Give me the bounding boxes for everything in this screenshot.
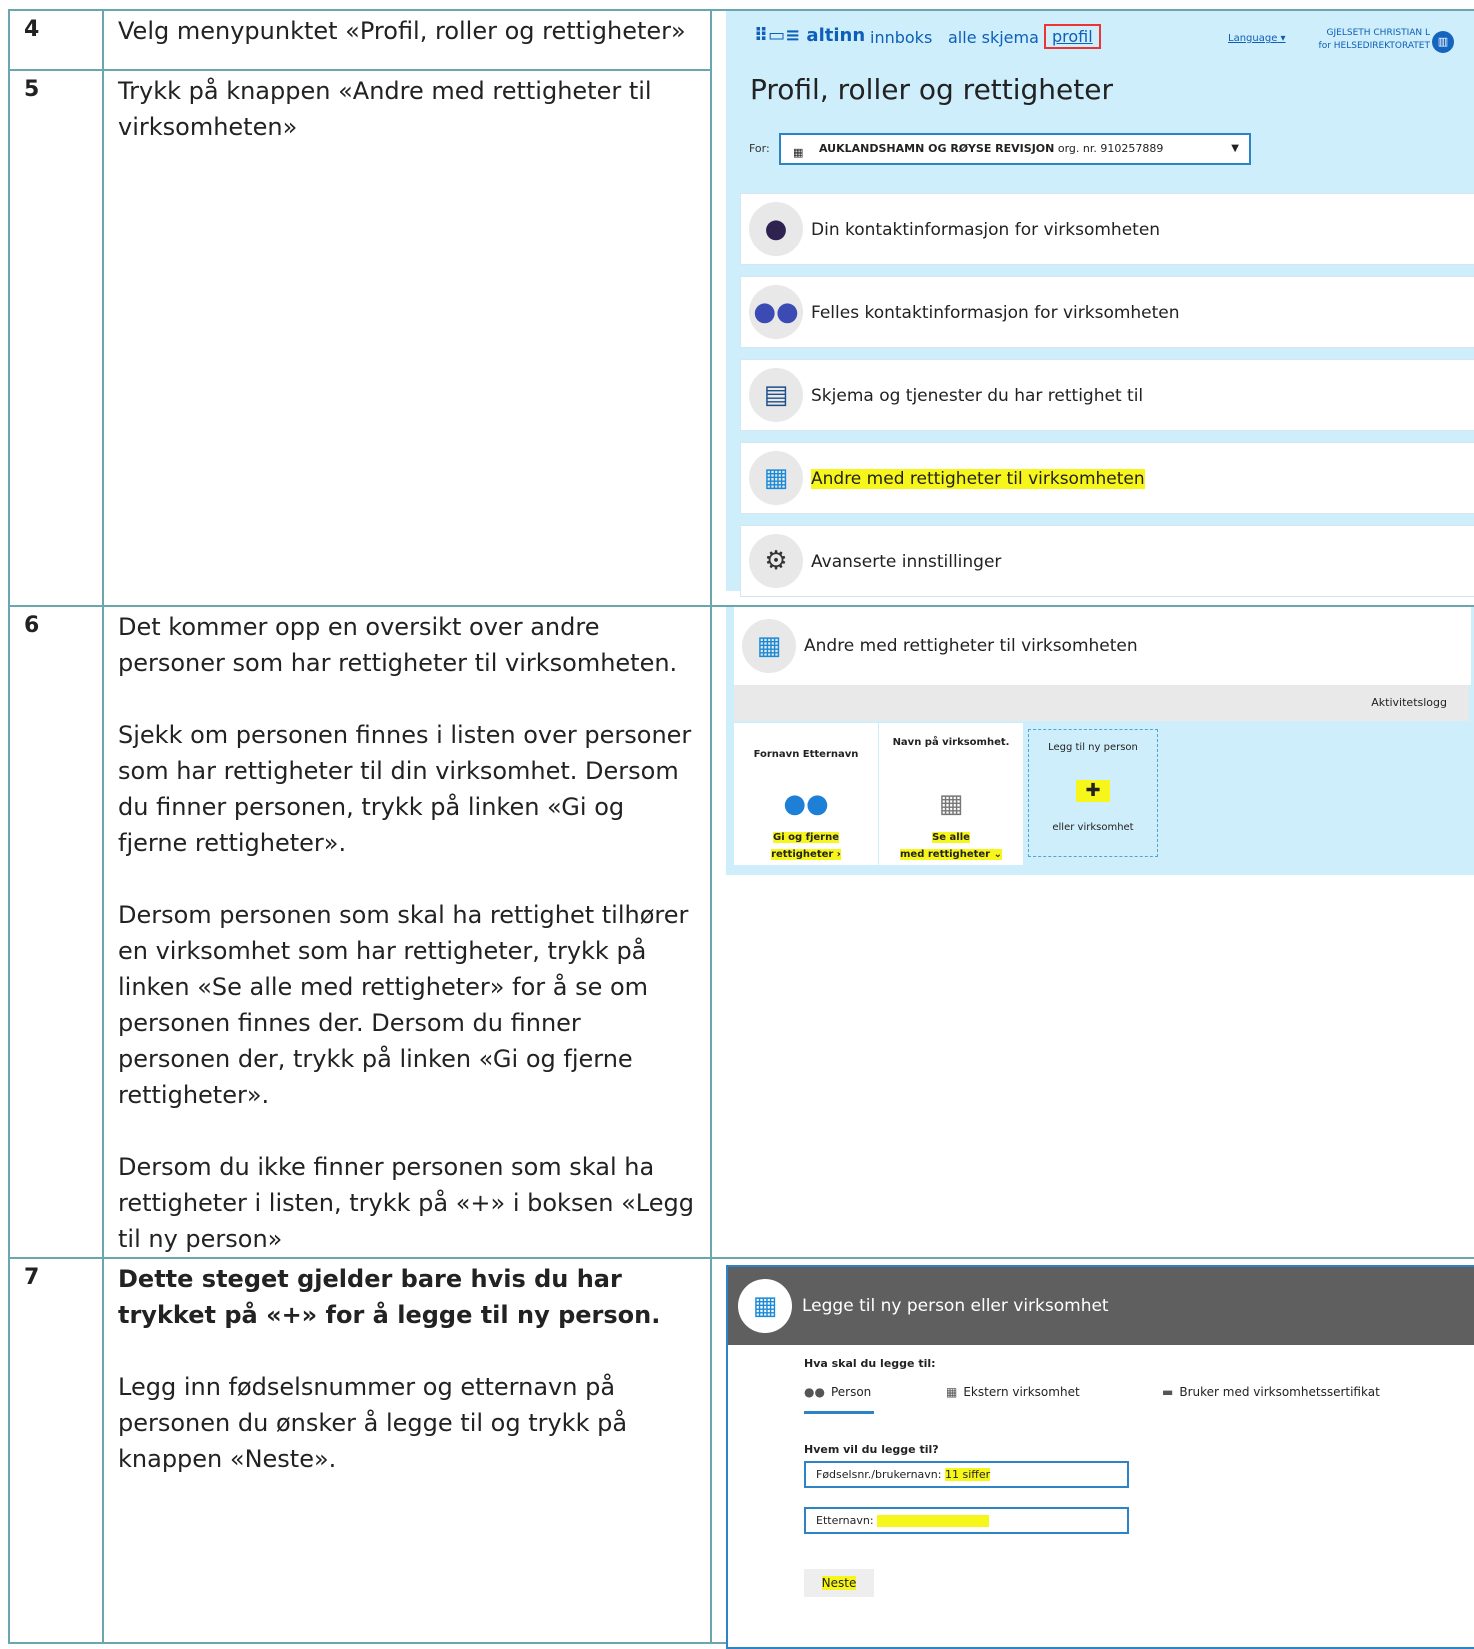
group-icon: ●● (749, 285, 803, 339)
next-button[interactable]: Neste (804, 1569, 874, 1597)
gears-icon: ⚙ (749, 534, 803, 588)
tile-title: Navn på virksomhet. (892, 737, 1010, 748)
altinn-topbar: ⠿▭≡ altinn innboks alle skjema profil La… (726, 11, 1474, 65)
person-tile: Fornavn Etternavn ●● Gi og fjerne rettigh… (734, 723, 878, 865)
server-icon: ▬ (1162, 1385, 1174, 1399)
organization-tile: Navn på virksomhet. ▦ Se alle med rettigh… (879, 723, 1023, 865)
step-screenshot: ▦ Andre med rettigheter til virksomheten… (710, 605, 1474, 1259)
step-text: Dersom du ikke finner personen som skal … (118, 1153, 694, 1253)
step-row-6: 6 Det kommer opp en oversikt over andre … (8, 605, 1474, 1259)
menu-card-avanserte[interactable]: ⚙ Avanserte innstillinger (740, 525, 1474, 597)
step-description: Trykk på knappen «Andre med rettigheter … (102, 69, 712, 607)
group-icon: ●● (783, 789, 829, 819)
building-icon: ▦ (938, 789, 964, 819)
buildings-icon: ▦ (738, 1279, 792, 1333)
highlight-mark (877, 1515, 990, 1527)
step-text: Velg menypunktet «Profil, roller og rett… (118, 17, 686, 45)
step-description: Velg menypunktet «Profil, roller og rett… (102, 9, 712, 71)
step-number: 6 (8, 605, 104, 1259)
give-remove-rights-link[interactable]: Gi og fjerne rettigheter › (734, 829, 878, 863)
tile-title: Fornavn Etternavn (753, 749, 859, 760)
menu-card-label: Skjema og tjenester du har rettighet til (811, 386, 1144, 406)
add-person-subtitle: eller virksomhet (1052, 822, 1134, 833)
option-external-organization[interactable]: ▦ Ekstern virksomhet (946, 1385, 1080, 1399)
step-text: Det kommer opp en oversikt over andre pe… (118, 613, 678, 677)
menu-card-label: Felles kontaktinformasjon for virksomhet… (811, 303, 1180, 323)
rights-header-label: Andre med rettigheter til virksomheten (804, 636, 1138, 656)
menu-card-felles-kontakt[interactable]: ●● Felles kontaktinformasjon for virksom… (740, 276, 1474, 348)
menu-card-label: Andre med rettigheter til virksomheten (811, 469, 1145, 489)
user-avatar-icon[interactable]: ▥ (1432, 31, 1454, 53)
menu-card-label: Avanserte innstillinger (811, 552, 1002, 572)
altinn-profile-panel: ⠿▭≡ altinn innboks alle skjema profil La… (726, 11, 1474, 597)
user-menu[interactable]: GJELSETH CHRISTIAN Lfor HELSEDIREKTORATE… (1319, 27, 1430, 53)
menu-card-din-kontakt[interactable]: ● Din kontaktinformasjon for virksomhete… (740, 193, 1474, 265)
buildings-icon: ▦ (749, 451, 803, 505)
step-description: Dette steget gjelder bare hvis du har tr… (102, 1257, 712, 1644)
add-person-title: Legg til ny person (1048, 742, 1138, 753)
menu-card-label: Din kontaktinformasjon for virksomheten (811, 220, 1161, 240)
add-person-tile: Legg til ny person ✚ eller virksomhet (1028, 729, 1158, 857)
menu-card-andre-med-rettigheter[interactable]: ▦ Andre med rettigheter til virksomheten (740, 442, 1474, 514)
step-number: 5 (8, 69, 104, 607)
see-all-link[interactable]: Se alle med rettigheter ⌄ (879, 829, 1023, 863)
ssn-input[interactable]: Fødselsnr./brukernavn: 11 siffer (804, 1461, 1129, 1488)
for-label: For: (749, 142, 770, 155)
building-icon: ▦ (793, 146, 804, 159)
nav-innboks[interactable]: innboks (870, 28, 932, 47)
group-icon: ●● (804, 1385, 825, 1399)
nav-alle-skjema[interactable]: alle skjema (948, 28, 1039, 47)
option-certificate-user[interactable]: ▬ Bruker med virksomhetssertifikat (1162, 1385, 1380, 1399)
altinn-logo[interactable]: ⠿▭≡ altinn (754, 25, 865, 46)
step-text: Trykk på knappen «Andre med rettigheter … (118, 77, 652, 141)
dialog-header: ▦ Legge til ny person eller virksomhet (728, 1267, 1474, 1345)
step-description: Det kommer opp en oversikt over andre pe… (102, 605, 712, 1259)
add-person-button[interactable]: ✚ (1076, 780, 1110, 802)
add-person-dialog: ▦ Legge til ny person eller virksomhet H… (726, 1265, 1474, 1649)
question-who: Hvem vil du legge til? (804, 1443, 939, 1456)
language-menu[interactable]: Language ▾ (1228, 33, 1286, 44)
step-row-7: 7 Dette steget gjelder bare hvis du har … (8, 1257, 1474, 1649)
step-number: 7 (8, 1257, 104, 1644)
activity-log-link[interactable]: Aktivitetslogg (734, 685, 1469, 721)
chevron-down-icon: ▼ (1231, 143, 1239, 154)
step-screenshot: ▦ Legge til ny person eller virksomhet H… (710, 1257, 1474, 1649)
dialog-title: Legge til ny person eller virksomhet (802, 1296, 1109, 1316)
rights-panel: ▦ Andre med rettigheter til virksomheten… (726, 607, 1474, 875)
option-person[interactable]: ●● Person (804, 1385, 871, 1399)
step-text: Legg inn fødselsnummer og etternavn på p… (118, 1373, 628, 1473)
step-screenshot: ⠿▭≡ altinn innboks alle skjema profil La… (710, 9, 1474, 607)
dialog-body: Hva skal du legge til: ●● Person ▦ Ekstern… (728, 1345, 1474, 1647)
nav-profil[interactable]: profil (1044, 24, 1101, 49)
organization-select[interactable]: ▦ AUKLANDSHAMN OG RØYSE REVISJON org. nr… (779, 133, 1251, 165)
person-icon: ● (749, 202, 803, 256)
clipboard-icon: ▤ (749, 368, 803, 422)
step-row-4: 4 Velg menypunktet «Profil, roller og re… (8, 9, 1474, 607)
menu-card-skjema[interactable]: ▤ Skjema og tjenester du har rettighet t… (740, 359, 1474, 431)
building-icon: ▦ (946, 1385, 958, 1399)
step-number: 4 (8, 9, 104, 71)
step-text: Sjekk om personen finnes i listen over p… (118, 721, 692, 857)
page-title: Profil, roller og rettigheter (750, 73, 1113, 106)
selected-tab-indicator (804, 1411, 874, 1414)
question-what: Hva skal du legge til: (804, 1357, 936, 1370)
step-text: Dette steget gjelder bare hvis du har tr… (118, 1265, 661, 1329)
step-text: Dersom personen som skal ha rettighet ti… (118, 901, 689, 1109)
lastname-input[interactable]: Etternavn: (804, 1507, 1129, 1534)
buildings-icon: ▦ (742, 619, 796, 673)
instruction-table: 4 Velg menypunktet «Profil, roller og re… (8, 9, 1474, 1649)
rights-header-card: ▦ Andre med rettigheter til virksomheten (734, 607, 1471, 685)
